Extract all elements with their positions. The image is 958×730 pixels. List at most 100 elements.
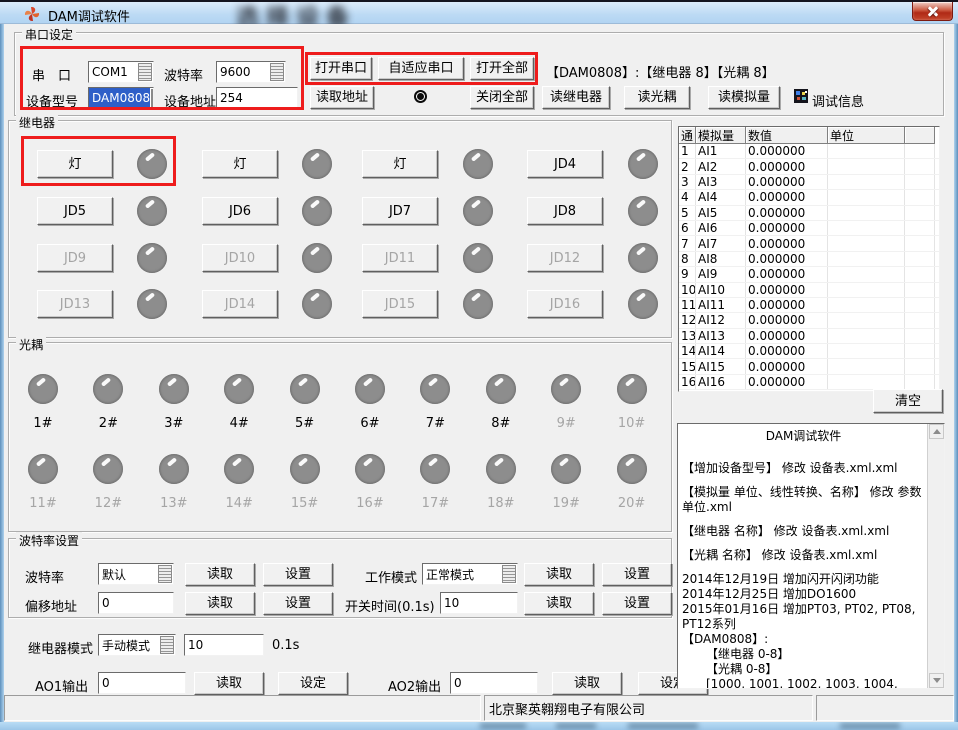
- port-combobox[interactable]: COM1: [88, 61, 154, 83]
- adaptive-serial-button[interactable]: 自适应串口: [378, 57, 464, 80]
- read-analog-button[interactable]: 读模拟量: [708, 86, 780, 109]
- read-relay-button[interactable]: 读继电器: [542, 86, 610, 109]
- relay-indicator-icon-4: [628, 149, 658, 179]
- table-cell: 0.000000: [746, 267, 828, 281]
- switch-time-input[interactable]: [440, 592, 518, 614]
- ao1-set-button[interactable]: 设定: [278, 672, 348, 695]
- table-row-3[interactable]: 3AI30.000000: [679, 175, 939, 190]
- table-row-12[interactable]: 12AI120.000000: [679, 313, 939, 328]
- dropdown-button-icon[interactable]: [160, 636, 174, 654]
- table-cell: [905, 375, 935, 389]
- table-row-15[interactable]: 15AI150.000000: [679, 359, 939, 374]
- table-row-5[interactable]: 5AI50.000000: [679, 206, 939, 221]
- scroll-up-icon[interactable]: [929, 424, 944, 439]
- dropdown-button-icon[interactable]: [138, 63, 152, 81]
- table-row-9[interactable]: 9AI90.000000: [679, 267, 939, 282]
- ao1-input[interactable]: [98, 672, 186, 694]
- relay-mode-time-input[interactable]: [184, 634, 264, 656]
- table-header-数值[interactable]: 数值: [746, 127, 828, 144]
- relay-button-11[interactable]: JD11: [362, 244, 438, 272]
- relay-button-1[interactable]: 灯: [37, 150, 113, 178]
- baud-setting-combobox[interactable]: 默认: [98, 563, 174, 585]
- table-row-8[interactable]: 8AI80.000000: [679, 252, 939, 267]
- scroll-down-icon[interactable]: [929, 673, 944, 688]
- relay-button-7[interactable]: JD7: [362, 197, 438, 225]
- table-header-模拟量[interactable]: 模拟量: [696, 127, 746, 144]
- offset-read-button[interactable]: 读取: [185, 592, 255, 615]
- info-panel-scrollbar[interactable]: [927, 424, 944, 688]
- table-cell: 0.000000: [746, 298, 828, 312]
- table-header-通[interactable]: 通: [679, 127, 696, 144]
- info-panel[interactable]: DAM调试软件【增加设备型号】 修改 设备表.xml.xml【模拟量 单位、线性…: [677, 423, 945, 689]
- opto-indicator-icon-9: [551, 374, 581, 404]
- close-button[interactable]: [912, 2, 953, 21]
- opto-channel-label-17: 17#: [407, 496, 463, 511]
- dropdown-button-icon[interactable]: [158, 565, 172, 583]
- relay-button-15[interactable]: JD15: [362, 290, 438, 318]
- open-serial-button[interactable]: 打开串口: [310, 57, 372, 80]
- analog-table[interactable]: 通模拟量数值单位 1AI10.0000002AI20.0000003AI30.0…: [678, 126, 940, 392]
- table-header-单位[interactable]: 单位: [828, 127, 905, 144]
- device-addr-input[interactable]: [216, 87, 298, 109]
- opto-channel-label-11: 11#: [15, 496, 71, 511]
- dropdown-button-icon[interactable]: [151, 89, 153, 107]
- table-cell: [905, 144, 935, 158]
- table-row-1[interactable]: 1AI10.000000: [679, 144, 939, 159]
- table-cell: AI6: [696, 221, 746, 235]
- ao1-read-button[interactable]: 读取: [194, 672, 264, 695]
- relay-button-3[interactable]: 灯: [362, 150, 438, 178]
- table-row-4[interactable]: 4AI40.000000: [679, 190, 939, 205]
- relay-button-16[interactable]: JD16: [527, 290, 603, 318]
- work-mode-read-button[interactable]: 读取: [524, 563, 594, 586]
- table-row-2[interactable]: 2AI20.000000: [679, 159, 939, 174]
- switch-time-set-button[interactable]: 设置: [602, 592, 672, 615]
- offset-addr-input[interactable]: [98, 592, 174, 614]
- relay-button-14[interactable]: JD14: [202, 290, 278, 318]
- table-row-6[interactable]: 6AI60.000000: [679, 221, 939, 236]
- read-opto-button[interactable]: 读光耦: [624, 86, 690, 109]
- clear-button[interactable]: 清空: [873, 389, 943, 413]
- ao2-input[interactable]: [450, 672, 538, 694]
- opto-channel-label-5: 5#: [277, 416, 333, 431]
- dropdown-button-icon[interactable]: [502, 565, 516, 583]
- open-all-button[interactable]: 打开全部: [470, 57, 534, 80]
- ao2-read-button[interactable]: 读取: [552, 672, 622, 695]
- close-all-button[interactable]: 关闭全部: [470, 86, 534, 109]
- relay-button-6[interactable]: JD6: [202, 197, 278, 225]
- relay-button-12[interactable]: JD12: [527, 244, 603, 272]
- work-mode-combobox[interactable]: 正常模式: [422, 563, 518, 585]
- dropdown-button-icon[interactable]: [270, 63, 284, 81]
- switch-time-read-button[interactable]: 读取: [524, 592, 594, 615]
- opto-channel-label-3: 3#: [146, 416, 202, 431]
- work-mode-set-button[interactable]: 设置: [602, 563, 672, 586]
- relay-button-2[interactable]: 灯: [202, 150, 278, 178]
- relay-button-4[interactable]: JD4: [527, 150, 603, 178]
- relay-button-9[interactable]: JD9: [37, 244, 113, 272]
- table-row-10[interactable]: 10AI100.000000: [679, 283, 939, 298]
- relay-button-10[interactable]: JD10: [202, 244, 278, 272]
- table-row-14[interactable]: 14AI140.000000: [679, 344, 939, 359]
- opto-channel-label-9: 9#: [538, 416, 594, 431]
- table-row-11[interactable]: 11AI110.000000: [679, 298, 939, 313]
- title-bar[interactable]: 选择设备 DAM调试软件: [0, 2, 958, 24]
- opto-channel-label-7: 7#: [407, 416, 463, 431]
- app-window: 选择设备 DAM调试软件 串口设定 串 口 COM1 波特率 9600 设备型号…: [0, 0, 958, 730]
- relay-button-8[interactable]: JD8: [527, 197, 603, 225]
- offset-set-button[interactable]: 设置: [263, 592, 333, 615]
- debug-log-icon: [794, 89, 808, 103]
- table-row-16[interactable]: 16AI160.000000: [679, 375, 939, 390]
- table-row-13[interactable]: 13AI130.000000: [679, 329, 939, 344]
- table-row-7[interactable]: 7AI70.000000: [679, 236, 939, 251]
- opto-channel-label-6: 6#: [342, 416, 398, 431]
- table-header-extra[interactable]: [905, 127, 935, 144]
- table-cell: [828, 159, 905, 173]
- baud-combobox[interactable]: 9600: [216, 61, 286, 83]
- relay-mode-combobox[interactable]: 手动模式: [98, 634, 176, 656]
- read-address-button[interactable]: 读取地址: [310, 86, 374, 109]
- model-combobox[interactable]: DAM0808: [88, 87, 154, 109]
- baud-set-button[interactable]: 设置: [263, 563, 333, 586]
- window-left-border: [0, 24, 4, 722]
- relay-button-13[interactable]: JD13: [37, 290, 113, 318]
- relay-button-5[interactable]: JD5: [37, 197, 113, 225]
- baud-read-button[interactable]: 读取: [185, 563, 255, 586]
